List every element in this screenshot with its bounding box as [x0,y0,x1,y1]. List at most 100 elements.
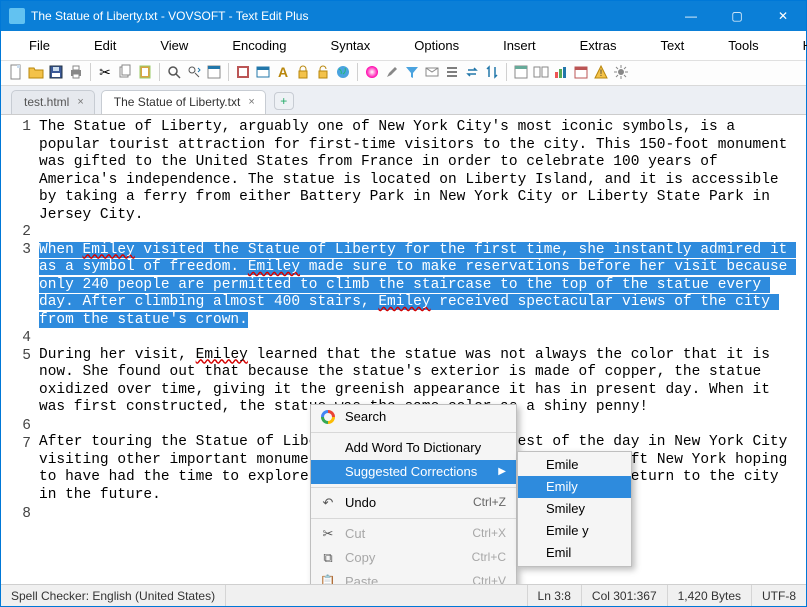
menu-item-cut: ✂ Cut Ctrl+X [311,522,516,546]
swap-icon[interactable] [463,63,481,81]
tab-bar: test.html × The Statue of Liberty.txt × + [1,86,806,115]
menu-insert[interactable]: Insert [481,35,558,56]
mail-icon[interactable] [423,63,441,81]
book-icon[interactable] [234,63,252,81]
window-title: The Statue of Liberty.txt - VOVSOFT - Te… [31,9,668,23]
menu-item-add-word-to-dictionary[interactable]: Add Word To Dictionary [311,436,516,460]
save-icon[interactable] [47,63,65,81]
suggestion-item[interactable]: Emily [518,476,631,498]
editor[interactable]: 12345678 The Statue of Liberty, arguably… [1,115,806,584]
menu-encoding[interactable]: Encoding [210,35,308,56]
open-file-icon[interactable] [27,63,45,81]
line-number: 7 [1,436,31,506]
gear-icon[interactable] [612,63,630,81]
new-file-icon[interactable] [7,63,25,81]
cut-icon[interactable]: ✂ [96,63,114,81]
minimize-button[interactable]: — [668,1,714,31]
world-icon[interactable] [334,63,352,81]
tab[interactable]: test.html × [11,90,95,114]
menu-item-label: Copy [345,549,464,567]
menu-view[interactable]: View [138,35,210,56]
editor-line[interactable] [39,329,800,347]
editor-line[interactable]: The Statue of Liberty, arguably one of N… [39,119,800,224]
sort-icon[interactable] [483,63,501,81]
menu-edit[interactable]: Edit [72,35,138,56]
menu-item-label: Undo [345,494,465,512]
line-number: 2 [1,224,31,242]
menu-extras[interactable]: Extras [558,35,639,56]
menu-item-suggested-corrections[interactable]: Suggested Corrections ▶ [311,460,516,484]
tab-label: The Statue of Liberty.txt [114,95,241,109]
menu-shortcut: Ctrl+C [472,549,506,567]
bookmark-icon[interactable] [205,63,223,81]
menu-item-label: Cut [345,525,464,543]
menu-syntax[interactable]: Syntax [309,35,393,56]
menu-options[interactable]: Options [392,35,481,56]
status-col: Col 301:367 [582,585,668,606]
editor-line[interactable]: When Emiley visited the Statue of Libert… [39,242,800,330]
menu-item-undo[interactable]: ↶UndoCtrl+Z [311,491,516,515]
lock-icon[interactable] [294,63,312,81]
suggestions-submenu: EmileEmilySmileyEmile yEmil [517,451,632,567]
suggestion-item[interactable]: Smiley [518,498,631,520]
compare-icon[interactable] [532,63,550,81]
list-icon[interactable] [443,63,461,81]
window-icon[interactable] [254,63,272,81]
calendar-icon[interactable] [572,63,590,81]
copy-icon: ⧉ [319,549,337,567]
line-number: 8 [1,506,31,524]
suggestion-item[interactable]: Emil [518,542,631,564]
status-encoding[interactable]: UTF-8 [752,585,806,606]
suggestion-item[interactable]: Emile [518,454,631,476]
titlebar: The Statue of Liberty.txt - VOVSOFT - Te… [1,1,806,31]
paste-icon[interactable] [136,63,154,81]
toolbar: ✂ A ! [1,61,806,86]
chart-icon[interactable] [552,63,570,81]
tab-close-icon[interactable]: × [77,96,83,108]
tab[interactable]: The Statue of Liberty.txt × [101,90,266,114]
menu-item-copy: ⧉ Copy Ctrl+C [311,546,516,570]
replace-icon[interactable] [185,63,203,81]
search-icon[interactable] [165,63,183,81]
menu-item-label: Paste [345,573,464,584]
line-number: 3 [1,242,31,330]
cut-icon: ✂ [319,525,337,543]
menu-tools[interactable]: Tools [706,35,780,56]
print-icon[interactable] [67,63,85,81]
google-icon [321,410,335,424]
warning-icon[interactable]: ! [592,63,610,81]
filter-icon[interactable] [403,63,421,81]
tab-close-icon[interactable]: × [248,96,254,108]
line-number: 5 [1,348,31,418]
window2-icon[interactable] [512,63,530,81]
paste-icon: 📋 [319,573,337,584]
undo-icon: ↶ [319,494,337,512]
menu-item-search[interactable]: Search [311,405,516,429]
svg-text:!: ! [600,68,603,78]
suggestion-item[interactable]: Emile y [518,520,631,542]
status-bytes: 1,420 Bytes [668,585,752,606]
menu-text[interactable]: Text [638,35,706,56]
menu-help[interactable]: Help [781,35,807,56]
menu-item-label: Suggested Corrections [345,463,490,481]
editor-line[interactable] [39,224,800,242]
tab-add-button[interactable]: + [274,92,294,110]
close-button[interactable]: ✕ [760,1,806,31]
color-picker-icon[interactable] [363,63,381,81]
context-menu: SearchAdd Word To DictionarySuggested Co… [310,404,517,584]
menu-item-paste: 📋 Paste Ctrl+V [311,570,516,584]
status-line: Ln 3:8 [528,585,582,606]
menu-file[interactable]: File [7,35,72,56]
submenu-arrow-icon: ▶ [498,463,506,481]
menu-item-label: Search [345,408,506,426]
unlock-icon[interactable] [314,63,332,81]
status-spellcheck[interactable]: Spell Checker: English (United States) [1,585,226,606]
tab-label: test.html [24,95,69,109]
menu-shortcut: Ctrl+V [472,573,506,584]
brush-icon[interactable] [383,63,401,81]
copy-icon[interactable] [116,63,134,81]
font-icon[interactable]: A [274,63,292,81]
maximize-button[interactable]: ▢ [714,1,760,31]
status-bar: Spell Checker: English (United States) L… [1,584,806,606]
menu-shortcut: Ctrl+X [472,525,506,543]
